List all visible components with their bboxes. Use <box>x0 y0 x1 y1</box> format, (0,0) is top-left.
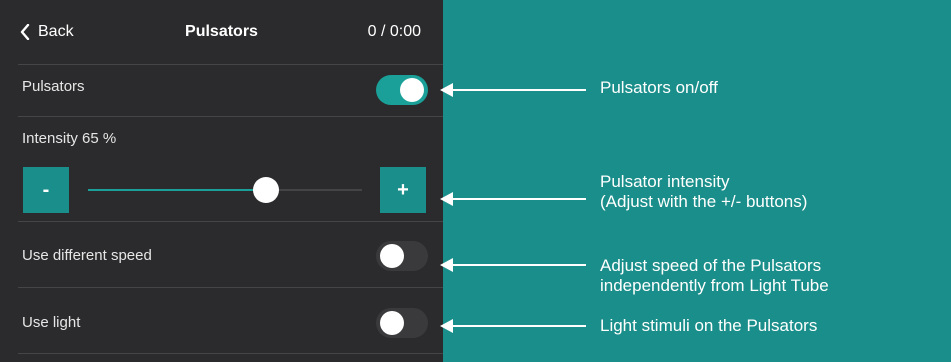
different-speed-toggle[interactable] <box>376 241 428 271</box>
use-light-toggle[interactable] <box>376 308 428 338</box>
slider-fill <box>88 189 266 191</box>
chevron-left-icon <box>20 24 30 40</box>
arrow-left-icon <box>440 83 586 97</box>
use-light-label: Use light <box>22 314 81 331</box>
slider-thumb[interactable] <box>253 177 279 203</box>
intensity-slider[interactable] <box>88 177 362 203</box>
back-label: Back <box>38 23 74 40</box>
callout-pulsators: Pulsators on/off <box>600 78 718 97</box>
arrow-left-icon <box>440 258 586 272</box>
pulsators-label: Pulsators <box>22 78 85 95</box>
different-speed-label: Use different speed <box>22 247 152 264</box>
divider <box>18 287 443 288</box>
intensity-minus-button[interactable]: - <box>23 167 69 213</box>
intensity-label: Intensity 65 % <box>22 130 117 147</box>
callout-light: Light stimuli on the Pulsators <box>600 316 818 335</box>
toggle-knob <box>380 244 404 268</box>
arrow-left-icon <box>440 192 586 206</box>
time-counter: 0 / 0:00 <box>367 23 421 40</box>
divider <box>18 64 443 65</box>
divider <box>18 353 443 354</box>
pulsators-toggle[interactable] <box>376 75 428 105</box>
back-button[interactable]: Back <box>20 20 74 44</box>
callout-intensity-line2: (Adjust with the +/- buttons) <box>600 192 808 211</box>
divider <box>18 221 443 222</box>
arrow-left-icon <box>440 319 586 333</box>
top-bar: Back Pulsators 0 / 0:00 <box>0 0 443 64</box>
callout-intensity-line1: Pulsator intensity <box>600 172 730 191</box>
callout-speed-line1: Adjust speed of the Pulsators <box>600 256 822 275</box>
toggle-knob <box>380 311 404 335</box>
settings-panel: Back Pulsators 0 / 0:00 Pulsators Intens… <box>0 0 443 362</box>
intensity-plus-button[interactable]: + <box>380 167 426 213</box>
toggle-knob <box>400 78 424 102</box>
divider <box>18 116 443 117</box>
callout-speed: Adjust speed of the Pulsators independen… <box>600 256 829 296</box>
callout-speed-line2: independently from Light Tube <box>600 276 829 295</box>
callout-intensity: Pulsator intensity (Adjust with the +/- … <box>600 172 807 212</box>
